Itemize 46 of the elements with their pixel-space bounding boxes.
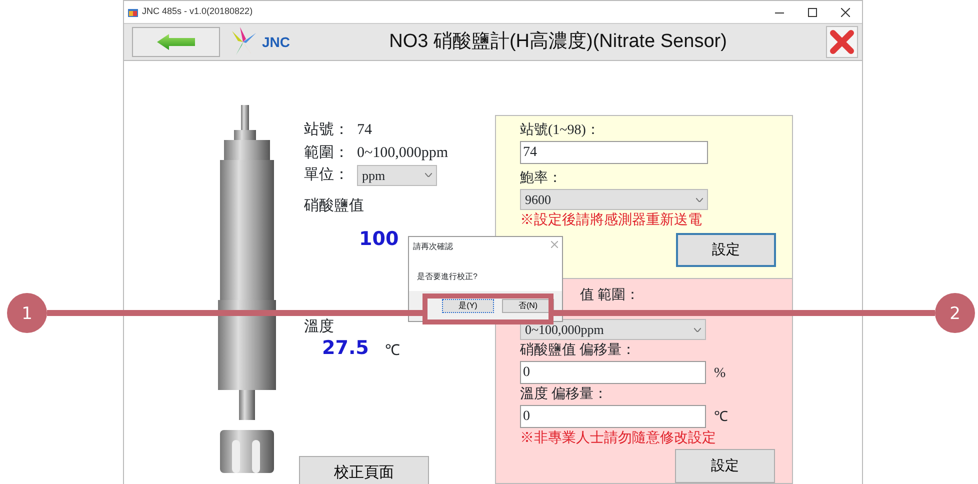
warning-note: ※非專業人士請勿隨意修改設定 bbox=[520, 429, 717, 448]
temperature-offset-input[interactable]: 0 bbox=[520, 405, 706, 428]
app-icon bbox=[128, 8, 138, 16]
reading-value: 100 bbox=[359, 227, 399, 252]
station-value: 74 bbox=[357, 121, 372, 140]
close-icon[interactable] bbox=[841, 8, 850, 16]
callout-marker: 2 bbox=[935, 293, 975, 333]
offset-label: 硝酸鹽值 偏移量： bbox=[520, 342, 636, 360]
page-title: NO3 硝酸鹽計(H高濃度)(Nitrate Sensor) bbox=[389, 30, 727, 54]
temperature-offset-label: 溫度 偏移量： bbox=[520, 385, 608, 404]
callout-marker: 1 bbox=[7, 293, 47, 333]
dialog-title: 請再次確認 bbox=[413, 241, 453, 253]
maximize-icon[interactable] bbox=[808, 8, 817, 16]
dialog-button[interactable]: 是(Y) bbox=[442, 299, 494, 313]
range-dropdown[interactable]: 0~100,000ppm bbox=[520, 319, 706, 340]
calibration-page-button[interactable]: 校正頁面 bbox=[299, 456, 429, 484]
baud-rate-dropdown[interactable]: 9600 bbox=[520, 189, 708, 210]
station-input[interactable]: 74 bbox=[520, 141, 708, 164]
temperature-unit: ℃ bbox=[714, 409, 728, 427]
station-label: 站號： bbox=[304, 120, 349, 140]
range-label: 值 範圍： bbox=[580, 287, 640, 305]
offset-input[interactable]: 0 bbox=[520, 361, 706, 384]
dialog-button[interactable]: 否(N) bbox=[502, 299, 554, 313]
logo-text: JNC bbox=[262, 32, 290, 52]
window-title: JNC 485s - v1.0(20180822) bbox=[142, 5, 253, 18]
baud-rate-label: 鮑率： bbox=[520, 169, 563, 188]
range-label: 範圍： bbox=[304, 144, 349, 162]
chevron-icon bbox=[694, 328, 701, 332]
close-icon bbox=[830, 30, 854, 54]
warning-note: ※設定後請將感測器重新送電 bbox=[520, 211, 703, 230]
close-button[interactable] bbox=[826, 26, 858, 58]
set-button[interactable]: 設定 bbox=[675, 449, 775, 483]
arrow-icon bbox=[157, 34, 195, 50]
range-value: 0~100,000ppm bbox=[357, 144, 448, 162]
temperature-unit: ℃ bbox=[384, 342, 400, 361]
chevron-icon bbox=[696, 198, 703, 202]
dialog-message: 是否要進行校正? bbox=[416, 271, 478, 283]
unit-dropdown[interactable]: ppm bbox=[357, 164, 437, 186]
set-button[interactable]: 設定 bbox=[676, 233, 776, 267]
temperature-label: 溫度 bbox=[304, 317, 334, 336]
chevron-icon bbox=[425, 173, 432, 178]
offset-unit: % bbox=[714, 365, 726, 383]
station-label: 站號(1~98)： bbox=[520, 122, 601, 140]
temperature-value: 27.5 bbox=[322, 336, 369, 361]
reading-label: 硝酸鹽值 bbox=[304, 196, 365, 216]
unit-label: 單位： bbox=[304, 166, 349, 185]
